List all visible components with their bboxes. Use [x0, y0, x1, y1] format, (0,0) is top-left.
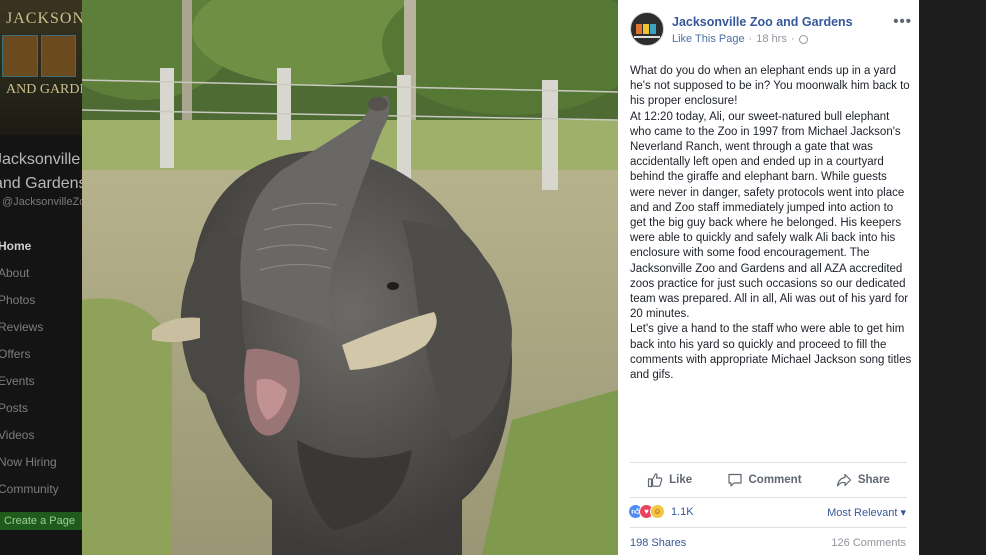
- comments-count[interactable]: 126 Comments: [831, 537, 906, 549]
- post-header: Jacksonville Zoo and Gardens Like This P…: [630, 12, 912, 50]
- like-page-link[interactable]: Like This Page: [672, 33, 745, 45]
- divider-top: [630, 462, 907, 463]
- like-button[interactable]: Like: [647, 472, 692, 488]
- cover-title: JACKSONVILLE: [6, 10, 82, 27]
- post-time[interactable]: 18 hrs: [756, 33, 787, 45]
- comment-sort-dropdown[interactable]: Most Relevant ▾: [827, 506, 906, 519]
- nav-item-videos[interactable]: Videos: [0, 425, 59, 452]
- post-panel: Jacksonville Zoo and Gardens Like This P…: [618, 0, 919, 555]
- elephant-photo: [82, 0, 618, 555]
- page-name-link[interactable]: Jacksonville Zoo and Gardens: [672, 15, 853, 29]
- nav-item-now-hiring[interactable]: Now Hiring: [0, 452, 59, 479]
- background-nav: Home About Photos Reviews Offers Events …: [0, 236, 59, 506]
- cover-subtitle: AND GARDENS: [6, 82, 82, 97]
- nav-item-offers[interactable]: Offers: [0, 344, 59, 371]
- background-page-handle: @JacksonvilleZoo: [2, 196, 82, 208]
- comment-label: Comment: [748, 474, 802, 486]
- nav-item-about[interactable]: About: [0, 263, 59, 290]
- reaction-count[interactable]: 1.1K: [671, 506, 694, 518]
- nav-item-posts[interactable]: Posts: [0, 398, 59, 425]
- like-label: Like: [669, 474, 693, 486]
- share-button[interactable]: Share: [836, 472, 890, 488]
- meta-separator: ·: [748, 33, 753, 45]
- reactions-bar: 👍︎ ♥ ☺ 1.1K Most Relevant ▾: [628, 503, 908, 521]
- post-paragraph-1: What do you do when an elephant ends up …: [630, 65, 910, 108]
- share-label: Share: [857, 474, 890, 486]
- nav-item-events[interactable]: Events: [0, 371, 59, 398]
- background-page: JACKSONVILLE AND GARDENS Jacksonville Zo…: [0, 0, 82, 555]
- nav-item-community[interactable]: Community: [0, 479, 59, 506]
- reaction-haha-icon: ☺: [650, 504, 665, 519]
- divider-middle: [630, 497, 907, 498]
- comment-button[interactable]: Comment: [727, 472, 802, 488]
- comment-icon: [727, 473, 742, 487]
- reaction-icons[interactable]: 👍︎ ♥ ☺: [628, 504, 668, 520]
- background-cover-photo: JACKSONVILLE AND GARDENS: [0, 0, 82, 135]
- nav-item-home[interactable]: Home: [0, 236, 59, 263]
- like-icon: [648, 473, 663, 488]
- post-photo[interactable]: [82, 0, 618, 555]
- post-paragraph-2: At 12:20 today, Ali, our sweet-natured b…: [630, 110, 909, 321]
- post-paragraph-3: Let's give a hand to the staff who were …: [630, 323, 912, 382]
- globe-icon: [798, 34, 808, 44]
- meta-separator-2: ·: [790, 33, 795, 45]
- overlay-right-margin: [919, 0, 986, 555]
- cover-logo: [2, 35, 76, 77]
- divider-bottom: [630, 527, 907, 528]
- post-meta: Like This Page · 18 hrs ·: [672, 33, 808, 45]
- post-actions: Like Comment Share: [630, 465, 907, 495]
- nav-item-reviews[interactable]: Reviews: [0, 317, 59, 344]
- post-body: What do you do when an elephant ends up …: [630, 64, 912, 383]
- page-avatar[interactable]: [630, 12, 664, 46]
- shares-count[interactable]: 198 Shares: [630, 537, 686, 549]
- create-page-button[interactable]: Create a Page: [0, 512, 82, 530]
- background-page-name: Jacksonville Zoo and Gardens: [0, 151, 82, 192]
- share-icon: [836, 473, 851, 487]
- nav-item-photos[interactable]: Photos: [0, 290, 59, 317]
- more-icon[interactable]: •••: [893, 13, 912, 30]
